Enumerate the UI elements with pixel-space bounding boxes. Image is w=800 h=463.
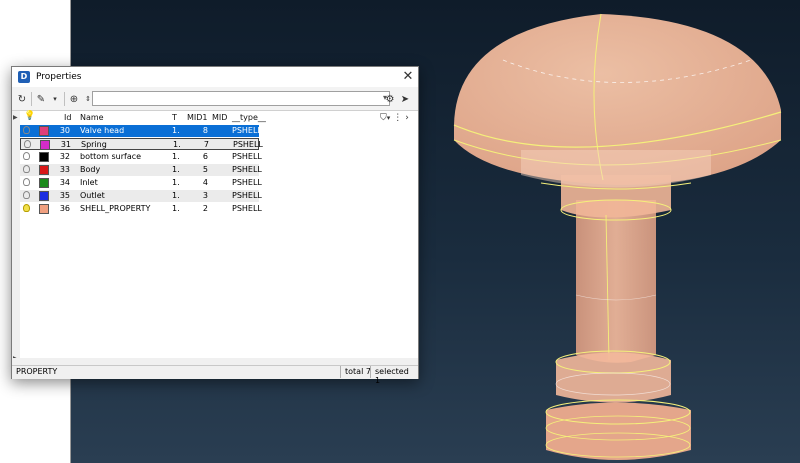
table-row[interactable]: 32 bottom surface 1. 6 PSHELL (20, 151, 262, 163)
close-icon[interactable]: ✕ (400, 69, 416, 85)
row-t: 1. (172, 191, 180, 200)
status-bar: PROPERTY total 7 selected 1 (12, 365, 418, 385)
chevron-right-icon[interactable]: › (405, 113, 409, 123)
row-mid1: 7 (203, 140, 209, 149)
row-t: 1. (172, 165, 180, 174)
color-swatch[interactable] (39, 191, 49, 201)
row-type: PSHELL (232, 191, 262, 200)
chevron-down-icon[interactable]: ▾ (48, 91, 62, 107)
row-name: Valve head (80, 126, 125, 135)
row-name: SHELL_PROPERTY (80, 204, 151, 213)
row-t: 1. (172, 152, 180, 161)
table-header: 💡 Id Name T MID1 MID __type__ (20, 111, 380, 125)
row-type: PSHELL (232, 178, 262, 187)
arrow-right-icon[interactable]: ▶ (13, 114, 18, 121)
row-type: PSHELL (233, 140, 263, 149)
chevron-down-icon[interactable]: ▾ (387, 114, 391, 122)
row-mid1: 4 (202, 178, 208, 187)
bulb-icon[interactable] (23, 126, 30, 134)
color-swatch[interactable] (39, 152, 49, 162)
column-mid[interactable]: MID (212, 113, 227, 122)
row-t: 1. (172, 178, 180, 187)
table-row[interactable]: 33 Body 1. 5 PSHELL (20, 164, 262, 176)
column-mid1[interactable]: MID1 (187, 113, 208, 122)
row-name: bottom surface (80, 152, 142, 161)
bulb-column-icon[interactable]: 💡 (24, 111, 35, 121)
row-id: 31 (60, 140, 71, 149)
table-row[interactable]: 30 Valve head 1. 8 PSHELL (20, 125, 262, 137)
dialog-titlebar[interactable]: D Properties ✕ (12, 67, 418, 87)
row-id: 34 (59, 178, 70, 187)
left-scrollbar[interactable]: ▶ ▶ (12, 111, 20, 366)
row-type: PSHELL (232, 204, 262, 213)
table-row[interactable]: 31 Spring 1. 7 PSHELL (20, 138, 263, 150)
settings-icon[interactable]: ⚙ (384, 92, 396, 106)
column-name[interactable]: Name (80, 113, 104, 122)
row-mid1: 2 (202, 204, 208, 213)
color-swatch[interactable] (39, 178, 49, 188)
bulb-icon[interactable] (23, 152, 30, 160)
table-row[interactable]: 35 Outlet 1. 3 PSHELL (20, 190, 262, 202)
row-type: PSHELL (232, 165, 262, 174)
row-mid1: 6 (202, 152, 208, 161)
refresh-icon[interactable]: ↻ (15, 91, 29, 107)
brush-icon[interactable]: ✎ (34, 91, 48, 107)
row-name: Inlet (80, 178, 98, 187)
row-t: 1. (172, 204, 180, 213)
column-id[interactable]: Id (64, 113, 71, 122)
row-id: 36 (59, 204, 70, 213)
search-input[interactable] (93, 92, 376, 105)
table-row[interactable]: 36 SHELL_PROPERTY 1. 2 PSHELL (20, 203, 262, 215)
zoom-icon[interactable]: ⊕ (67, 91, 81, 107)
row-type: PSHELL (232, 126, 262, 135)
filter-icon[interactable]: ⛉ (380, 113, 387, 123)
row-id: 32 (59, 152, 70, 161)
color-swatch[interactable] (39, 126, 49, 136)
column-type[interactable]: __type__ (232, 113, 266, 122)
toolbar-separator (31, 92, 32, 106)
row-name: Body (80, 165, 101, 174)
valve-base (546, 402, 691, 460)
table-row[interactable]: 34 Inlet 1. 4 PSHELL (20, 177, 262, 189)
row-t: 1. (172, 126, 180, 135)
color-swatch[interactable] (39, 165, 49, 175)
bulb-icon[interactable] (24, 140, 31, 148)
pointer-icon[interactable]: ➤ (399, 92, 411, 106)
row-name: Outlet (80, 191, 105, 200)
toolbar-separator (64, 92, 65, 106)
bulb-icon[interactable] (23, 178, 30, 186)
status-selected: selected 1 (370, 366, 418, 385)
row-mid1: 5 (202, 165, 208, 174)
dialog-toolbar: ↻ ✎ ▾ ⊕ ⇕ ⌕ ▾ ⚙ ➤ (12, 89, 418, 109)
stem-body (576, 200, 656, 363)
search-input-box[interactable]: ▾ (92, 91, 390, 106)
bulb-icon[interactable] (23, 204, 30, 212)
property-list[interactable]: ▶ ▶ 💡 Id Name T MID1 MID __type__ ⛉ ▾ ⋮ … (12, 110, 418, 366)
columns-icon[interactable]: ⋮ (393, 113, 402, 123)
row-id: 30 (59, 126, 70, 135)
bulb-icon[interactable] (23, 165, 30, 173)
column-filter[interactable]: ⛉ ▾ ⋮ › (380, 111, 418, 125)
row-name: Spring (81, 140, 107, 149)
color-swatch[interactable] (40, 140, 50, 150)
status-entity: PROPERTY (16, 367, 58, 376)
row-type: PSHELL (232, 152, 262, 161)
row-mid1: 3 (202, 191, 208, 200)
bulb-icon[interactable] (23, 191, 30, 199)
row-id: 35 (59, 191, 70, 200)
properties-dialog[interactable]: D Properties ✕ ↻ ✎ ▾ ⊕ ⇕ ⌕ ▾ ⚙ ➤ ▶ ▶ 💡 I… (11, 66, 419, 385)
dialog-title: Properties (36, 72, 82, 82)
column-t[interactable]: T (172, 113, 177, 122)
row-mid1: 8 (202, 126, 208, 135)
color-swatch[interactable] (39, 204, 49, 214)
row-t: 1. (173, 140, 181, 149)
row-id: 33 (59, 165, 70, 174)
app-icon: D (18, 71, 30, 83)
